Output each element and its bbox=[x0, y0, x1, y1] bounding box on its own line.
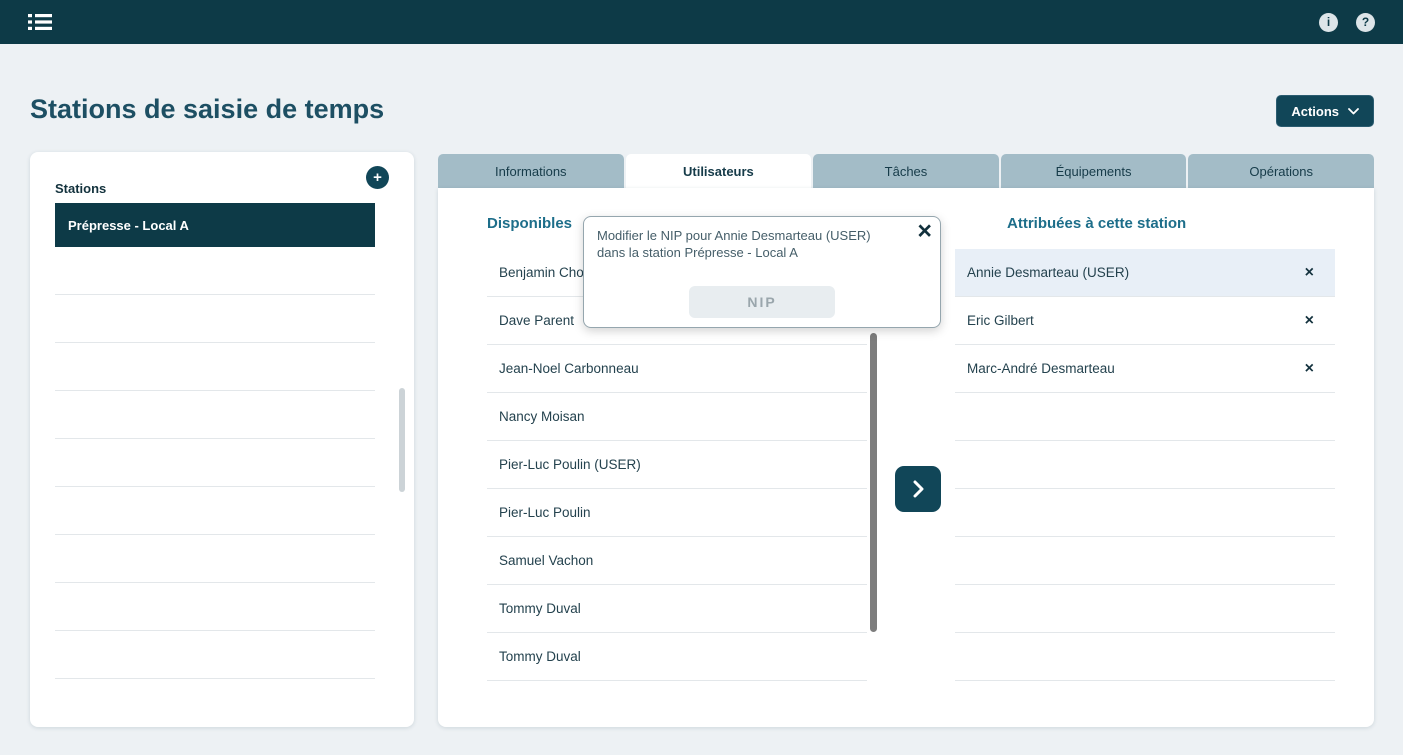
user-name: Eric Gilbert bbox=[967, 313, 1034, 328]
actions-label: Actions bbox=[1291, 104, 1339, 119]
empty-row bbox=[55, 535, 375, 583]
empty-row bbox=[55, 343, 375, 391]
tab[interactable]: Utilisateurs bbox=[626, 154, 812, 188]
available-scrollbar-thumb[interactable] bbox=[870, 333, 877, 632]
dialog-message: Modifier le NIP pour Annie Desmarteau (U… bbox=[584, 217, 940, 262]
user-name: Jean-Noel Carbonneau bbox=[499, 361, 639, 376]
menu-list-icon[interactable] bbox=[28, 12, 52, 32]
assigned-title: Attribuées à cette station bbox=[1007, 215, 1186, 232]
transfer-right-button[interactable] bbox=[895, 466, 941, 512]
available-user-row[interactable]: Pier-Luc Poulin (USER) bbox=[487, 441, 867, 489]
assigned-user-row[interactable]: Eric Gilbert × bbox=[955, 297, 1335, 345]
remove-user-icon[interactable]: × bbox=[1305, 313, 1314, 329]
user-name: Nancy Moisan bbox=[499, 409, 585, 424]
available-user-row[interactable]: Pier-Luc Poulin bbox=[487, 489, 867, 537]
stations-panel: Stations + Prépresse - Local A bbox=[30, 152, 414, 727]
empty-row bbox=[955, 633, 1335, 681]
empty-row bbox=[55, 247, 375, 295]
tab[interactable]: Informations bbox=[438, 154, 624, 188]
empty-row bbox=[955, 585, 1335, 633]
tab[interactable]: Opérations bbox=[1188, 154, 1374, 188]
help-icon[interactable]: ? bbox=[1356, 13, 1375, 32]
chevron-right-icon bbox=[913, 480, 924, 498]
tabs: Informations Utilisateurs Tâches Équipem… bbox=[438, 154, 1374, 188]
nip-input[interactable] bbox=[689, 286, 835, 318]
user-name: Pier-Luc Poulin bbox=[499, 505, 591, 520]
topbar: i ? bbox=[0, 0, 1403, 44]
user-name: Dave Parent bbox=[499, 313, 574, 328]
available-user-row[interactable]: Jean-Noel Carbonneau bbox=[487, 345, 867, 393]
empty-row bbox=[955, 537, 1335, 585]
empty-row bbox=[955, 393, 1335, 441]
available-user-row[interactable]: Nancy Moisan bbox=[487, 393, 867, 441]
add-station-button[interactable]: + bbox=[366, 166, 389, 189]
empty-row bbox=[55, 391, 375, 439]
available-user-row[interactable]: Tommy Duval bbox=[487, 585, 867, 633]
empty-row bbox=[55, 487, 375, 535]
empty-row bbox=[955, 441, 1335, 489]
user-name: Samuel Vachon bbox=[499, 553, 593, 568]
topbar-icons: i ? bbox=[1319, 13, 1375, 32]
remove-user-icon[interactable]: × bbox=[1305, 361, 1314, 377]
user-name: Pier-Luc Poulin (USER) bbox=[499, 457, 641, 472]
stations-scrollbar-thumb[interactable] bbox=[399, 388, 405, 492]
user-name: Annie Desmarteau (USER) bbox=[967, 265, 1129, 280]
dialog-message-line1: Modifier le NIP pour Annie Desmarteau (U… bbox=[597, 228, 894, 245]
chevron-down-icon bbox=[1348, 108, 1359, 115]
available-title: Disponibles bbox=[487, 215, 572, 232]
available-user-row[interactable]: Samuel Vachon bbox=[487, 537, 867, 585]
page-title: Stations de saisie de temps bbox=[30, 94, 384, 125]
empty-row bbox=[55, 439, 375, 487]
user-name: Benjamin Cho bbox=[499, 265, 584, 280]
stations-list: Prépresse - Local A bbox=[55, 203, 375, 679]
menu-list-glyph bbox=[28, 12, 52, 32]
remove-user-icon[interactable]: × bbox=[1305, 265, 1314, 281]
empty-row bbox=[55, 295, 375, 343]
dialog-message-line2: dans la station Prépresse - Local A bbox=[597, 245, 894, 262]
assigned-user-row[interactable]: Marc-André Desmarteau × bbox=[955, 345, 1335, 393]
edit-nip-dialog: × Modifier le NIP pour Annie Desmarteau … bbox=[583, 216, 941, 328]
user-name: Tommy Duval bbox=[499, 601, 581, 616]
station-row-selected[interactable]: Prépresse - Local A bbox=[55, 203, 375, 247]
empty-row bbox=[955, 489, 1335, 537]
tab[interactable]: Tâches bbox=[813, 154, 999, 188]
assigned-user-row[interactable]: Annie Desmarteau (USER) × bbox=[955, 249, 1335, 297]
tab[interactable]: Équipements bbox=[1001, 154, 1187, 188]
close-icon[interactable]: × bbox=[917, 219, 932, 244]
info-icon[interactable]: i bbox=[1319, 13, 1338, 32]
actions-button[interactable]: Actions bbox=[1276, 95, 1374, 127]
empty-row bbox=[55, 583, 375, 631]
user-name: Tommy Duval bbox=[499, 649, 581, 664]
user-name: Marc-André Desmarteau bbox=[967, 361, 1115, 376]
assigned-users-list: Annie Desmarteau (USER) × Eric Gilbert ×… bbox=[955, 249, 1335, 681]
empty-row bbox=[55, 631, 375, 679]
stations-title: Stations bbox=[55, 181, 106, 196]
available-user-row[interactable]: Tommy Duval bbox=[487, 633, 867, 681]
